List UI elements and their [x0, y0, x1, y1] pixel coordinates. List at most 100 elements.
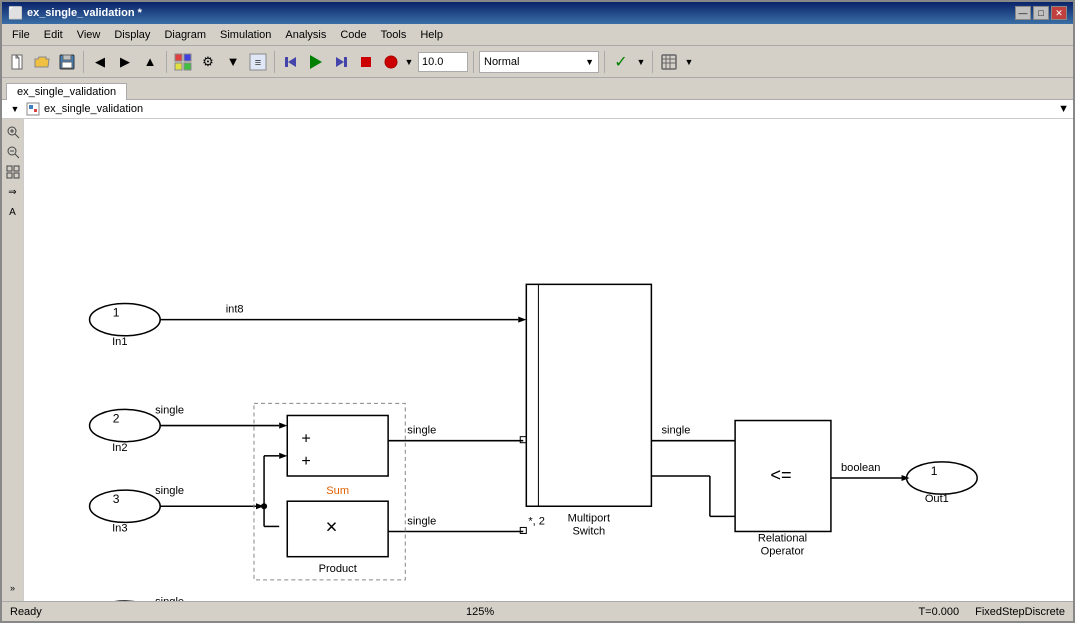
canvas-area: ⇒ A » int8 single: [2, 119, 1073, 601]
toolbar-separator-6: [652, 51, 653, 73]
sim-mode-label: Normal: [484, 56, 519, 68]
status-time: T=0.000: [918, 606, 959, 618]
text-button[interactable]: A: [4, 203, 22, 221]
svg-text:Relational: Relational: [758, 533, 807, 545]
stateflow-button[interactable]: ≡: [247, 51, 269, 73]
svg-text:In3: In3: [112, 522, 127, 534]
zoom-out-button[interactable]: [4, 143, 22, 161]
stop-button[interactable]: [355, 51, 377, 73]
svg-text:1: 1: [113, 306, 120, 320]
svg-text:Sum: Sum: [326, 485, 349, 497]
left-tools: ⇒ A »: [2, 119, 24, 601]
zoom-in-button[interactable]: [4, 123, 22, 141]
svg-text:single: single: [155, 404, 184, 416]
menu-edit[interactable]: Edit: [38, 28, 69, 42]
menu-analysis[interactable]: Analysis: [279, 28, 332, 42]
menu-view[interactable]: View: [71, 28, 107, 42]
svg-text:Multiport: Multiport: [568, 512, 610, 524]
sim-time-input[interactable]: [418, 52, 468, 72]
menu-bar: File Edit View Display Diagram Simulatio…: [2, 24, 1073, 46]
breadcrumb-path: ex_single_validation: [44, 103, 143, 115]
step-forward-button[interactable]: [330, 51, 352, 73]
svg-text:≡: ≡: [255, 57, 261, 69]
status-zoom: 125%: [466, 606, 494, 618]
sim-mode-dropdown[interactable]: Normal ▼: [479, 51, 599, 73]
diagram-svg: int8 single single: [24, 119, 1073, 601]
svg-text:3: 3: [113, 492, 120, 506]
diagram-canvas[interactable]: int8 single single: [24, 119, 1073, 601]
svg-text:×: ×: [326, 516, 338, 538]
breadcrumb-dropdown[interactable]: ▼: [1058, 103, 1069, 115]
check-icon: ✓: [614, 52, 627, 72]
record-dropdown[interactable]: ▼: [403, 51, 415, 73]
app-icon: ⬜: [8, 6, 23, 20]
status-left: Ready: [10, 606, 42, 618]
svg-text:In1: In1: [112, 336, 127, 348]
status-zoom-level: 125%: [466, 606, 494, 618]
svg-text:2: 2: [113, 412, 120, 426]
window-controls[interactable]: — □ ✕: [1015, 6, 1067, 20]
toolbar-separator-2: [166, 51, 167, 73]
svg-text:int8: int8: [226, 304, 244, 316]
svg-text:1: 1: [931, 464, 938, 478]
run-button[interactable]: [305, 51, 327, 73]
sim-mode-chevron: ▼: [585, 57, 594, 67]
forward-button[interactable]: ▶: [114, 51, 136, 73]
svg-text:single: single: [407, 425, 436, 437]
record-group: ▼: [380, 51, 415, 73]
expand-button[interactable]: »: [4, 579, 22, 597]
menu-help[interactable]: Help: [414, 28, 449, 42]
settings-dropdown[interactable]: ▼: [222, 51, 244, 73]
svg-text:single: single: [661, 425, 690, 437]
title-text: ⬜ ex_single_validation *: [8, 6, 142, 20]
model-icon: [26, 102, 40, 116]
maximize-button[interactable]: □: [1033, 6, 1049, 20]
menu-code[interactable]: Code: [334, 28, 372, 42]
svg-text:In2: In2: [112, 442, 127, 454]
check-dropdown[interactable]: ▼: [635, 51, 647, 73]
svg-text:boolean: boolean: [841, 462, 880, 474]
play-icon: [310, 55, 322, 69]
back-button[interactable]: ◀: [89, 51, 111, 73]
tab-ex-single-validation[interactable]: ex_single_validation: [6, 83, 127, 100]
close-button[interactable]: ✕: [1051, 6, 1067, 20]
toolbar-separator-4: [473, 51, 474, 73]
stop-to-start-button[interactable]: [280, 51, 302, 73]
arrow-button[interactable]: ⇒: [4, 183, 22, 201]
breadcrumb-collapse[interactable]: ▼: [8, 102, 22, 116]
menu-display[interactable]: Display: [108, 28, 156, 42]
svg-text:Operator: Operator: [761, 546, 805, 558]
svg-text:*, 2: *, 2: [528, 515, 545, 527]
up-button[interactable]: ▲: [139, 51, 161, 73]
record-button[interactable]: [380, 51, 402, 73]
check-button[interactable]: ✓: [610, 51, 632, 73]
svg-text:single: single: [155, 596, 184, 601]
toolbar-separator-3: [274, 51, 275, 73]
svg-text:single: single: [407, 515, 436, 527]
save-button[interactable]: [56, 51, 78, 73]
toolbar-separator-5: [604, 51, 605, 73]
tab-label: ex_single_validation: [17, 86, 116, 98]
svg-text:+: +: [301, 452, 310, 470]
debug-dropdown[interactable]: ▼: [683, 51, 695, 73]
status-solver: FixedStepDiscrete: [975, 606, 1065, 618]
library-button[interactable]: [172, 51, 194, 73]
toolbar: ◀ ▶ ▲ ⚙ ▼ ≡: [2, 46, 1073, 78]
menu-tools[interactable]: Tools: [375, 28, 413, 42]
menu-file[interactable]: File: [6, 28, 36, 42]
menu-diagram[interactable]: Diagram: [158, 28, 212, 42]
svg-text:Out1: Out1: [925, 493, 949, 505]
minimize-button[interactable]: —: [1015, 6, 1031, 20]
fit-view-button[interactable]: [4, 163, 22, 181]
svg-text:single: single: [155, 485, 184, 497]
open-button[interactable]: [31, 51, 53, 73]
debug-button[interactable]: [658, 51, 680, 73]
settings-button[interactable]: ⚙: [197, 51, 219, 73]
menu-simulation[interactable]: Simulation: [214, 28, 277, 42]
window-title: ex_single_validation *: [27, 7, 142, 19]
breadcrumb-bar: ▼ ex_single_validation ▼: [2, 100, 1073, 119]
new-button[interactable]: [6, 51, 28, 73]
status-bar: Ready 125% T=0.000 FixedStepDiscrete: [2, 601, 1073, 621]
tab-bar: ex_single_validation: [2, 78, 1073, 100]
toolbar-separator-1: [83, 51, 84, 73]
